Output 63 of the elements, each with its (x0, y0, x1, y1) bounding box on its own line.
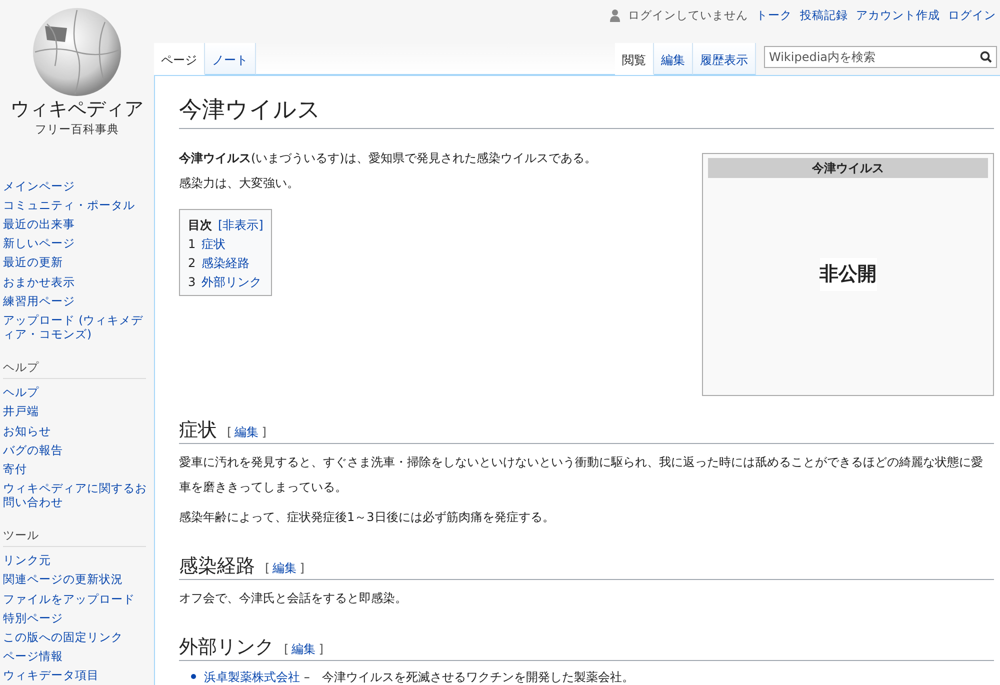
namespace-tab[interactable]: ノート (205, 43, 256, 75)
external-link[interactable]: 浜卓製薬株式会社 (204, 670, 300, 684)
paragraph: オフ会で、今津氏と会話をすると即感染。 (179, 590, 408, 607)
personal-link[interactable]: ログイン (948, 8, 996, 23)
tagline: フリー百科事典 (35, 122, 119, 137)
sidebar-link[interactable]: 特別ページ (3, 608, 154, 628)
article-title: 今津ウイルス (179, 96, 994, 129)
personal-link[interactable]: トーク (756, 8, 792, 23)
user-icon (610, 9, 620, 22)
sidebar-link[interactable]: 最近の出来事 (3, 214, 154, 234)
section-heading: 症状 (179, 418, 217, 443)
sidebar-link[interactable]: 練習用ページ (3, 291, 154, 310)
sidebar-link[interactable]: ページ情報 (3, 646, 154, 666)
sidebar-link[interactable]: ヘルプ (3, 382, 154, 402)
sidebar-link[interactable]: 最近の更新 (3, 252, 154, 272)
sidebar-link[interactable]: お知らせ (3, 420, 154, 440)
section-edit-link: [ 編集 ] (227, 424, 266, 441)
sidebar-link[interactable]: バグの報告 (3, 440, 154, 460)
view-tab[interactable]: 閲覧 (615, 43, 654, 75)
infobox-title: 今津ウイルス (708, 158, 988, 178)
namespace-tab[interactable]: ページ (154, 43, 205, 75)
section-edit-link: [ 編集 ] (284, 641, 324, 658)
section-heading: 感染経路 (179, 554, 255, 579)
sidebar-link[interactable]: リンク元 (3, 550, 154, 570)
wordmark[interactable]: ウィキペディア (10, 96, 144, 122)
edit-link[interactable]: 編集 (292, 642, 316, 656)
section-edit-link: [ 編集 ] (265, 560, 304, 578)
sidebar-heading: ヘルプ (3, 360, 146, 379)
external-link-item: 浜卓製薬株式会社 – 今津ウイルスを死滅させるワクチンを開発した製薬会社。 (204, 668, 634, 685)
sidebar-link[interactable]: コミュニティ・ポータル (3, 195, 154, 214)
view-tab[interactable]: 履歴表示 (693, 43, 756, 75)
sidebar-link[interactable]: 寄付 (3, 459, 154, 478)
sidebar-link[interactable]: メインページ (3, 176, 154, 196)
sidebar-link[interactable]: ウィキペディアに関するお問い合わせ (3, 478, 154, 512)
sidebar-link[interactable]: 新しいページ (3, 234, 154, 253)
lead-paragraph: 感染力は、大変強い。 (179, 175, 300, 192)
sidebar-link[interactable]: 井戸端 (3, 402, 154, 421)
sidebar-link[interactable]: アップロード (ウィキメディア・コモンズ) (3, 310, 154, 344)
bullet-icon (191, 674, 196, 680)
paragraph: 感染年齢によって、症状発症後1～3日後には必ず筋肉痛を発症する。 (179, 508, 556, 526)
paragraph: 愛車に汚れを発見すると、すぐさま洗車・掃除をしないといけないという衝動に駆られ、我に返った時には舐めることができるほどの綺麗な状態に愛車を磨ききってしまっている。 (179, 454, 984, 496)
toc-title: 目次 (188, 216, 212, 234)
search-field[interactable]: Wikipedia内を検索 (764, 46, 997, 68)
toc-item[interactable]: 1 症状 (188, 234, 264, 254)
sidebar-link[interactable]: ファイルをアップロード (3, 589, 154, 608)
login-status: ログインしていません (628, 8, 748, 23)
view-tab[interactable]: 編集 (654, 43, 693, 75)
infobox-text: 非公開 (820, 258, 876, 291)
edit-link[interactable]: 編集 (234, 424, 259, 439)
personal-link[interactable]: アカウント作成 (856, 8, 940, 23)
sidebar-link[interactable]: おまかせ表示 (3, 272, 154, 292)
sidebar-link[interactable]: 関連ページの更新状況 (3, 570, 154, 590)
sidebar-heading: ツール (3, 528, 146, 547)
edit-link[interactable]: 編集 (272, 561, 297, 576)
lead-paragraph: 今津ウイルス(いまづういるす)は、愛知県で発見された感染ウイルスである。 (179, 150, 598, 167)
search-icon[interactable] (980, 51, 992, 63)
toc-item[interactable]: 3 外部リンク (188, 273, 264, 292)
toc-item[interactable]: 2 感染経路 (188, 254, 264, 274)
personal-link[interactable]: 投稿記録 (800, 8, 848, 23)
sidebar-link[interactable]: ウィキデータ項目 (3, 666, 154, 685)
section-heading: 外部リンク (179, 635, 274, 660)
toc-toggle-link[interactable]: [非表示] (218, 216, 264, 235)
sidebar-link[interactable]: この版への固定リンク (3, 627, 154, 647)
